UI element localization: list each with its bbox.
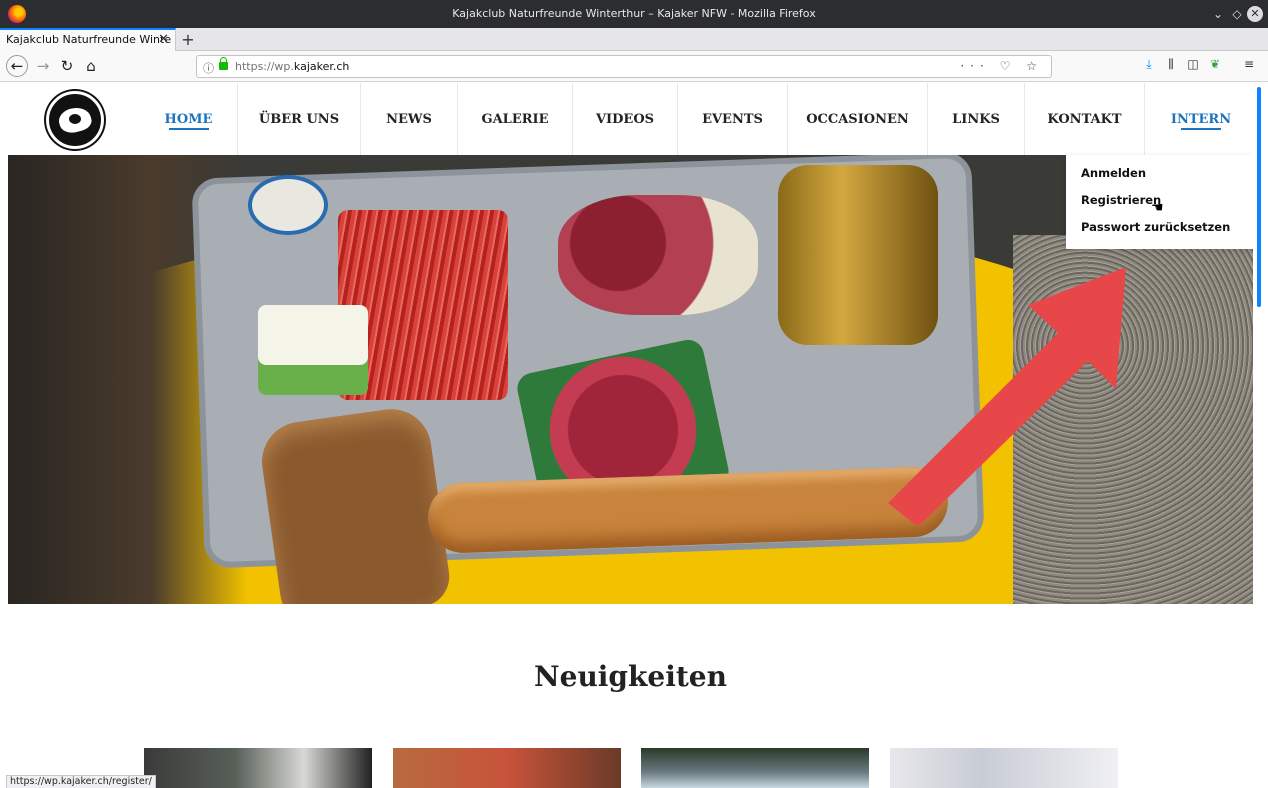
menu-videos[interactable]: VIDEOS [572, 83, 677, 155]
pocket-icon[interactable]: ♡ [1000, 59, 1017, 73]
bookmark-star-icon[interactable]: ☆ [1026, 59, 1043, 73]
site-header: HOME ÜBER UNS NEWS GALERIE VIDEOS EVENTS… [8, 83, 1253, 155]
close-icon[interactable]: ✕ [1247, 6, 1263, 22]
maximize-icon[interactable]: ◇ [1229, 6, 1245, 22]
news-thumbnail[interactable] [144, 748, 372, 788]
new-tab-button[interactable]: + [180, 30, 196, 49]
sidebar-icon[interactable]: ◫ [1184, 57, 1202, 71]
url-bar[interactable]: ⓘ https://wp.kajaker.ch ··· ♡ ☆ [196, 55, 1052, 78]
news-thumbnail[interactable] [641, 748, 869, 788]
home-icon[interactable]: ⌂ [80, 55, 102, 77]
menu-news[interactable]: NEWS [360, 83, 457, 155]
dropdown-passwort-zuruecksetzen[interactable]: Passwort zurücksetzen [1066, 219, 1253, 246]
hand-cursor-icon: ☚ [1151, 200, 1164, 216]
main-menu: HOME ÜBER UNS NEWS GALERIE VIDEOS EVENTS… [140, 83, 1253, 155]
url-text[interactable]: https://wp.kajaker.ch [235, 60, 349, 73]
reload-icon[interactable]: ↻ [56, 55, 78, 77]
club-logo[interactable] [46, 91, 104, 149]
library-icon[interactable]: ⫼ [1162, 57, 1180, 72]
salami-plate [558, 195, 758, 315]
downloads-icon[interactable]: ⤓ [1140, 57, 1158, 72]
tab-label: Kajakclub Naturfreunde Winte [6, 33, 172, 46]
navigation-bar: ← → ↻ ⌂ ⓘ https://wp.kajaker.ch ··· ♡ ☆ … [0, 51, 1268, 82]
menu-events[interactable]: EVENTS [677, 83, 787, 155]
minimize-icon[interactable]: ⌄ [1210, 6, 1226, 22]
dropdown-anmelden[interactable]: Anmelden [1066, 165, 1253, 192]
cheese-box [258, 305, 368, 395]
menu-icon[interactable]: ≡ [1240, 57, 1258, 71]
menu-links[interactable]: LINKS [927, 83, 1024, 155]
back-icon[interactable]: ← [6, 55, 28, 77]
url-actions: ··· ♡ ☆ [960, 59, 1043, 73]
menu-intern[interactable]: INTERN [1144, 83, 1253, 155]
page-scrollbar[interactable] [1253, 83, 1268, 788]
section-title-neuigkeiten: Neuigkeiten [534, 660, 727, 693]
scrollbar-thumb[interactable] [1257, 87, 1261, 307]
window-titlebar: Kajakclub Naturfreunde Winterthur – Kaja… [0, 0, 1268, 28]
news-thumbnail[interactable] [890, 748, 1118, 788]
tab-kajakclub[interactable]: Kajakclub Naturfreunde Winte ✕ [0, 28, 176, 51]
info-icon[interactable]: ⓘ [203, 60, 214, 76]
bread-loaf [256, 404, 454, 604]
status-link-preview: https://wp.kajaker.ch/register/ [6, 775, 156, 788]
news-thumbnail[interactable] [393, 748, 621, 788]
tuna-tub [248, 175, 328, 235]
page-actions-icon[interactable]: ··· [960, 59, 989, 73]
lock-icon [219, 57, 228, 70]
page-viewport: HOME ÜBER UNS NEWS GALERIE VIDEOS EVENTS… [8, 83, 1253, 788]
menu-galerie[interactable]: GALERIE [457, 83, 572, 155]
menu-kontakt[interactable]: KONTAKT [1024, 83, 1144, 155]
extension-icon[interactable]: ❦ [1206, 57, 1224, 71]
menu-occasionen[interactable]: OCCASIONEN [787, 83, 927, 155]
red-arrow-annotation [888, 267, 1126, 525]
menu-ueber-uns[interactable]: ÜBER UNS [237, 83, 360, 155]
tab-strip: Kajakclub Naturfreunde Winte ✕ + [0, 28, 1268, 51]
forward-icon[interactable]: → [32, 55, 54, 77]
menu-home[interactable]: HOME [140, 83, 237, 155]
tab-close-icon[interactable]: ✕ [158, 32, 169, 47]
window-title: Kajakclub Naturfreunde Winterthur – Kaja… [452, 7, 816, 20]
